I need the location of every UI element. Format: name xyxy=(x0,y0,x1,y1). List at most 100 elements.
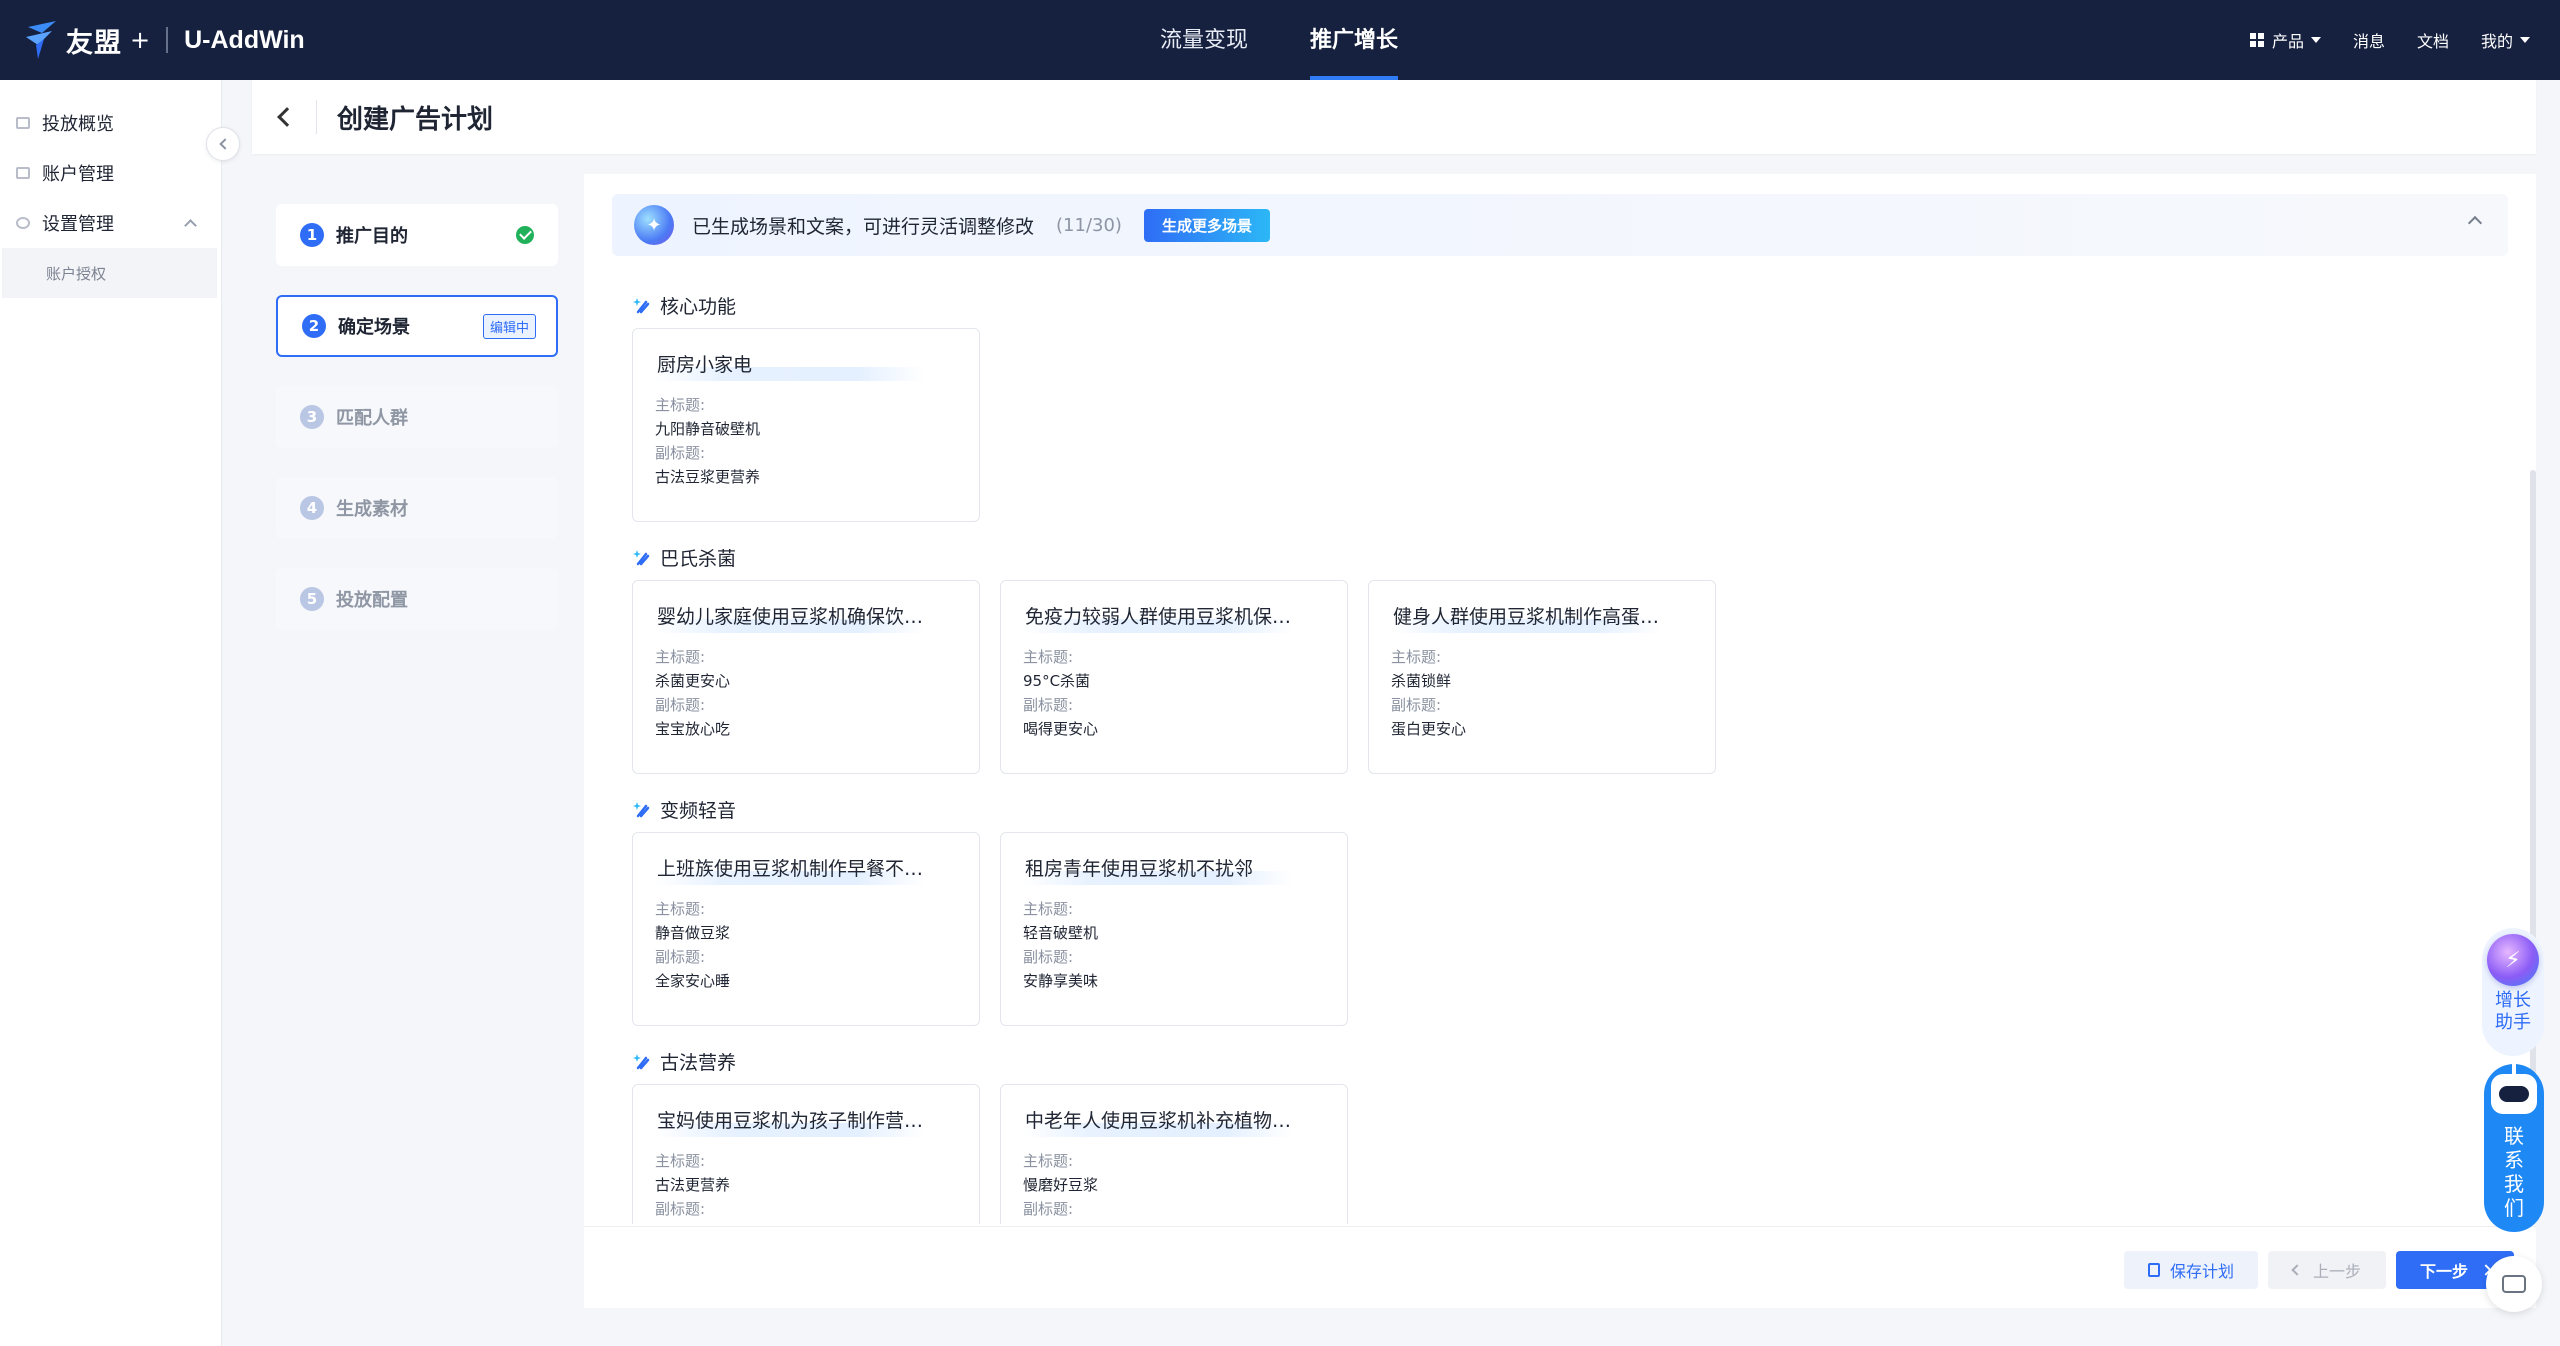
scene-card[interactable]: 租房青年使用豆浆机不扰邻 主标题: 轻音破壁机 副标题: 安静享美味 xyxy=(1000,832,1348,1026)
scene-card[interactable]: 免疫力较弱人群使用豆浆机保… 主标题: 95°C杀菌 副标题: 喝得更安心 xyxy=(1000,580,1348,774)
step-label: 确定场景 xyxy=(338,317,410,338)
growth-assistant-widget[interactable]: ⚡ 增长助手 xyxy=(2482,928,2544,1056)
overview-icon xyxy=(16,117,30,129)
scene-name: 上班族使用豆浆机制作早餐不… xyxy=(655,855,925,885)
sub-title-label: 副标题: xyxy=(1391,696,1442,714)
scene-card[interactable]: 厨房小家电 主标题: 九阳静音破壁机 副标题: 古法豆浆更营养 xyxy=(632,328,980,522)
save-plan-button[interactable]: 保存计划 xyxy=(2124,1251,2258,1289)
scene-group: 核心功能 厨房小家电 主标题: 九阳静音破壁机 副标题: 古法豆浆更营养 xyxy=(632,284,2492,522)
sidebar-item-overview[interactable]: 投放概览 xyxy=(0,98,221,148)
mine-dropdown[interactable]: 我的 xyxy=(2481,28,2530,52)
top-right-menu: 产品 消息 文档 我的 xyxy=(2218,0,2530,80)
scene-group: 古法营养 宝妈使用豆浆机为孩子制作营… 主标题: 古法更营养 副标题: 中老年人… xyxy=(632,1040,2492,1224)
logo[interactable]: 友盟 + U-AddWin xyxy=(22,18,305,62)
caret-down-icon xyxy=(2520,37,2530,43)
save-label: 保存计划 xyxy=(2169,1262,2234,1281)
assistant-orb-icon: ⚡ xyxy=(2487,934,2539,986)
tab-promotion-growth[interactable]: 推广增长 xyxy=(1310,0,1399,80)
sub-title-value: 喝得更安心 xyxy=(1023,720,1099,738)
sub-title-value: 全家安心睡 xyxy=(655,972,731,990)
card-row: 婴幼儿家庭使用豆浆机确保饮… 主标题: 杀菌更安心 副标题: 宝宝放心吃 免疫力… xyxy=(632,580,2492,774)
magic-spark-icon xyxy=(632,800,650,818)
scene-name: 中老年人使用豆浆机补充植物… xyxy=(1023,1107,1293,1137)
scene-group: 巴氏杀菌 婴幼儿家庭使用豆浆机确保饮… 主标题: 杀菌更安心 副标题: 宝宝放心… xyxy=(632,536,2492,774)
messages-link[interactable]: 消息 xyxy=(2353,28,2385,52)
scene-count: (11/30) xyxy=(1056,214,1122,236)
header-divider xyxy=(316,100,317,134)
scene-name: 免疫力较弱人群使用豆浆机保… xyxy=(1023,603,1293,633)
card-body: 主标题: 95°C杀菌 副标题: 喝得更安心 xyxy=(1023,645,1325,741)
top-tabs: 流量变现 推广增长 xyxy=(1160,0,1460,80)
main-title-value: 轻音破壁机 xyxy=(1023,924,1099,942)
banner-message: 已生成场景和文案，可进行灵活调整修改 xyxy=(692,215,1035,238)
umeng-logo-icon xyxy=(26,21,56,59)
card-body: 主标题: 杀菌更安心 副标题: 宝宝放心吃 xyxy=(655,645,957,741)
contact-us-widget[interactable]: 联系我们 xyxy=(2484,1064,2544,1232)
sub-title-value: 安静享美味 xyxy=(1023,972,1099,990)
scene-group: 变频轻音 上班族使用豆浆机制作早餐不… 主标题: 静音做豆浆 副标题: 全家安心… xyxy=(632,788,2492,1026)
back-arrow-icon[interactable] xyxy=(277,107,297,127)
scene-card[interactable]: 婴幼儿家庭使用豆浆机确保饮… 主标题: 杀菌更安心 副标题: 宝宝放心吃 xyxy=(632,580,980,774)
action-footer: 保存计划 上一步 下一步 xyxy=(584,1226,2536,1308)
main-title-value: 九阳静音破壁机 xyxy=(655,420,761,438)
docs-link[interactable]: 文档 xyxy=(2417,28,2449,52)
card-body: 主标题: 杀菌锁鲜 副标题: 蛋白更安心 xyxy=(1391,645,1693,741)
assistant-label: 增长助手 xyxy=(2495,990,2531,1033)
chevron-up-icon[interactable] xyxy=(2467,215,2483,231)
sidebar-item-label: 设置管理 xyxy=(42,214,114,235)
scene-name: 宝妈使用豆浆机为孩子制作营… xyxy=(655,1107,925,1137)
step-list: 1 推广目的 2 确定场景 编辑中 3 匹配人群 4 生成素材 5 投放配置 xyxy=(276,204,558,659)
chat-icon xyxy=(2502,1275,2526,1293)
main-title-label: 主标题: xyxy=(1391,648,1442,666)
check-circle-icon xyxy=(516,226,534,244)
card-body: 主标题: 静音做豆浆 副标题: 全家安心睡 xyxy=(655,897,957,993)
logo-divider xyxy=(166,27,169,53)
sub-title-label: 副标题: xyxy=(1023,696,1074,714)
sub-title-value: 蛋白更安心 xyxy=(1391,720,1467,738)
group-header: 古法营养 xyxy=(632,1040,2492,1082)
main-title-value: 杀菌更安心 xyxy=(655,672,731,690)
main-title-value: 古法更营养 xyxy=(655,1176,731,1194)
sidebar-item-settings[interactable]: 设置管理 xyxy=(0,198,221,248)
sub-title-label: 副标题: xyxy=(655,444,706,462)
chat-feedback-button[interactable] xyxy=(2486,1256,2542,1312)
brand-plus: + xyxy=(130,26,151,54)
card-body: 主标题: 轻音破壁机 副标题: 安静享美味 xyxy=(1023,897,1325,993)
top-nav-bar: 友盟 + U-AddWin 流量变现 推广增长 产品 消息 文档 我的 xyxy=(0,0,2560,80)
products-dropdown[interactable]: 产品 xyxy=(2249,28,2321,52)
page-header: 创建广告计划 xyxy=(252,80,2536,154)
scene-card[interactable]: 健身人群使用豆浆机制作高蛋… 主标题: 杀菌锁鲜 副标题: 蛋白更安心 xyxy=(1368,580,1716,774)
scene-panel: ✦ 已生成场景和文案，可进行灵活调整修改 (11/30) 生成更多场景 核心功能… xyxy=(584,174,2536,1308)
tab-traffic-monetization[interactable]: 流量变现 xyxy=(1160,0,1248,80)
chevron-left-icon xyxy=(2291,1264,2303,1276)
scene-groups: 核心功能 厨房小家电 主标题: 九阳静音破壁机 副标题: 古法豆浆更营养 巴氏杀… xyxy=(632,284,2492,1224)
step-number: 2 xyxy=(302,314,326,338)
page-title: 创建广告计划 xyxy=(337,104,494,135)
grid-icon xyxy=(2249,33,2264,47)
sidebar-collapse-button[interactable] xyxy=(206,127,240,161)
step-label: 匹配人群 xyxy=(336,408,408,429)
step-number: 1 xyxy=(300,223,324,247)
step-define-scene[interactable]: 2 确定场景 编辑中 xyxy=(276,295,558,357)
scene-card[interactable]: 宝妈使用豆浆机为孩子制作营… 主标题: 古法更营养 副标题: xyxy=(632,1084,980,1224)
group-header: 变频轻音 xyxy=(632,788,2492,830)
prev-step-button[interactable]: 上一步 xyxy=(2268,1251,2386,1289)
main-title-value: 静音做豆浆 xyxy=(655,924,731,942)
group-title: 巴氏杀菌 xyxy=(660,547,737,570)
sub-title-value: 古法豆浆更营养 xyxy=(655,468,761,486)
step-match-audience[interactable]: 3 匹配人群 xyxy=(276,386,558,448)
group-title: 古法营养 xyxy=(660,1051,737,1074)
scene-card[interactable]: 上班族使用豆浆机制作早餐不… 主标题: 静音做豆浆 副标题: 全家安心睡 xyxy=(632,832,980,1026)
step-promotion-goal[interactable]: 1 推广目的 xyxy=(276,204,558,266)
group-title: 核心功能 xyxy=(660,295,737,318)
scene-card[interactable]: 中老年人使用豆浆机补充植物… 主标题: 慢磨好豆浆 副标题: xyxy=(1000,1084,1348,1224)
main-title-label: 主标题: xyxy=(655,1152,706,1170)
step-delivery-config[interactable]: 5 投放配置 xyxy=(276,568,558,630)
step-generate-material[interactable]: 4 生成素材 xyxy=(276,477,558,539)
sidebar-subitem-account-auth[interactable]: 账户授权 xyxy=(2,248,217,298)
sidebar-item-accounts[interactable]: 账户管理 xyxy=(0,148,221,198)
generate-more-button[interactable]: 生成更多场景 xyxy=(1143,208,1270,242)
card-row: 厨房小家电 主标题: 九阳静音破壁机 副标题: 古法豆浆更营养 xyxy=(632,328,2492,522)
main-title-label: 主标题: xyxy=(655,648,706,666)
main-title-label: 主标题: xyxy=(1023,900,1074,918)
